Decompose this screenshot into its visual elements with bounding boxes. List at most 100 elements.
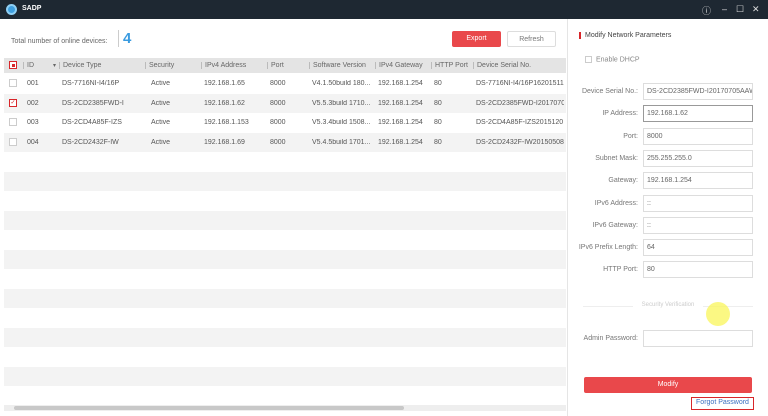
- table-cell-security: Active: [151, 119, 171, 126]
- field-label: IP Address:: [602, 110, 638, 118]
- field-input[interactable]: ::: [643, 194, 753, 212]
- table-cell-id: 001: [27, 80, 39, 87]
- table-cell-http-port: 80: [434, 99, 442, 107]
- table-cell-security: Active: [151, 138, 171, 146]
- table-cell-device-serial-no: DS-2CD2432F-IW20150508: [476, 138, 564, 146]
- empty-row: [4, 249, 566, 269]
- enable-dhcp-checkbox[interactable]: Enable DHCP: [585, 56, 640, 63]
- table-cell-security: Active: [151, 99, 171, 107]
- field-input[interactable]: 64: [643, 239, 753, 257]
- header-ipv4-gateway[interactable]: IPv4 Gateway: [375, 62, 423, 69]
- title-bar: SADP ⓘ – ☐ ✕: [0, 0, 768, 19]
- horizontal-scrollbar[interactable]: [4, 405, 566, 411]
- row-checkbox[interactable]: [9, 79, 17, 87]
- field-input[interactable]: 8000: [643, 127, 753, 145]
- table-cell-software-version: V5.5.3build 1710...: [312, 99, 371, 107]
- sort-arrow-icon[interactable]: ▾: [50, 62, 56, 69]
- maximize-button[interactable]: ☐: [736, 4, 744, 15]
- field-label: Gateway:: [608, 177, 638, 185]
- admin-password-label: Admin Password:: [583, 335, 638, 342]
- table-cell-http-port: 80: [434, 80, 442, 87]
- checkbox-icon[interactable]: [585, 56, 592, 63]
- modify-network-panel: Modify Network Parameters Enable DHCP De…: [567, 19, 768, 416]
- field-input[interactable]: 255.255.255.0: [643, 149, 753, 167]
- table-row[interactable]: 001 DS-7716NI-I4/16P Active 192.168.1.65 800…: [4, 74, 566, 93]
- header-security[interactable]: Security: [145, 62, 174, 69]
- header-software-version[interactable]: Software Version: [309, 62, 366, 69]
- header-serial[interactable]: Device Serial No.: [473, 62, 531, 69]
- field-label: Subnet Mask:: [595, 154, 638, 162]
- table-cell-ipv4-gateway: 192.168.1.254: [378, 119, 423, 126]
- header-port[interactable]: Port: [267, 62, 284, 69]
- dhcp-label: Enable DHCP: [596, 56, 640, 64]
- row-checkbox[interactable]: [9, 137, 17, 146]
- table-cell-device-serial-no: DS-2CD2385FWD-I20170705: [476, 99, 564, 107]
- table-cell-port: 8000: [270, 99, 286, 107]
- table-cell-id: 004: [27, 138, 39, 146]
- empty-row: [4, 327, 566, 347]
- header-http-port[interactable]: HTTP Port: [431, 62, 468, 69]
- table-row[interactable]: 003 DS-2CD4A85F-IZS Active 192.168.1.153 800…: [4, 113, 566, 132]
- table-cell-software-version: V4.1.50build 180...: [312, 80, 371, 87]
- table-cell-id: 003: [27, 119, 39, 126]
- field-input[interactable]: 80: [643, 261, 753, 279]
- mouse-cursor-highlight: [706, 302, 730, 326]
- field-label: HTTP Port:: [603, 266, 638, 274]
- table-cell-security: Active: [151, 80, 171, 87]
- close-button[interactable]: ✕: [752, 4, 760, 15]
- table-cell-ipv4-gateway: 192.168.1.254: [378, 99, 423, 107]
- admin-password-input[interactable]: [643, 330, 753, 347]
- table-cell-port: 8000: [270, 80, 286, 87]
- empty-row: [4, 288, 566, 308]
- info-icon[interactable]: ⓘ: [702, 4, 711, 17]
- table-cell-device-serial-no: DS-7716NI-I4/16P162015110: [476, 80, 564, 87]
- table-cell-device-type: DS-7716NI-I4/16P: [62, 80, 120, 87]
- field-label: IPv6 Address:: [594, 199, 638, 207]
- table-header: ID ▾ Device Type Security IPv4 Address P…: [4, 58, 566, 73]
- table-cell-port: 8000: [270, 138, 286, 146]
- field-input[interactable]: 192.168.1.254: [643, 172, 753, 190]
- table-cell-ipv4-address: 192.168.1.153: [204, 119, 249, 126]
- field-input[interactable]: ::: [643, 216, 753, 234]
- table-cell-id: 002: [27, 99, 39, 107]
- field-label: Device Serial No.:: [581, 88, 638, 95]
- table-row[interactable]: 004 DS-2CD2432F-IW Active 192.168.1.69 8000 V…: [4, 132, 566, 152]
- table-cell-port: 8000: [270, 119, 286, 126]
- empty-row: [4, 366, 566, 386]
- row-checkbox[interactable]: [9, 118, 17, 126]
- minimize-button[interactable]: –: [722, 4, 727, 14]
- field-label: IPv6 Prefix Length:: [578, 244, 638, 252]
- table-cell-device-type: DS-2CD4A85F-IZS: [62, 119, 122, 126]
- select-all-checkbox[interactable]: [9, 61, 17, 69]
- modify-button[interactable]: Modify: [584, 377, 752, 393]
- panel-title: Modify Network Parameters: [579, 32, 671, 39]
- app-title: SADP: [22, 5, 42, 12]
- refresh-button[interactable]: Refresh: [507, 31, 556, 47]
- table-cell-http-port: 80: [434, 138, 442, 146]
- header-ipv4[interactable]: IPv4 Address: [201, 62, 246, 69]
- row-checkbox[interactable]: ✓: [9, 98, 17, 107]
- device-list-pane: Total number of online devices: 4 Export…: [0, 19, 566, 416]
- table-cell-ipv4-gateway: 192.168.1.254: [378, 80, 423, 87]
- sadp-logo-icon: [6, 4, 17, 15]
- field-label: IPv6 Gateway:: [592, 221, 638, 229]
- header-device-type[interactable]: Device Type: [59, 62, 101, 69]
- table-cell-software-version: V5.4.5build 1701...: [312, 138, 371, 146]
- table-cell-device-serial-no: DS-2CD4A85F-IZS2015120: [476, 119, 564, 126]
- table-row[interactable]: ✓ 002 DS-2CD2385FWD-I Active 192.168.1.62 800…: [4, 93, 566, 113]
- table-cell-ipv4-address: 192.168.1.69: [204, 138, 245, 146]
- field-input[interactable]: DS-2CD2385FWD-I20170705AAWR: [643, 83, 753, 100]
- export-button[interactable]: Export: [452, 31, 501, 47]
- scrollbar-thumb[interactable]: [14, 406, 404, 410]
- table-cell-ipv4-gateway: 192.168.1.254: [378, 138, 423, 146]
- online-devices-label: Total number of online devices:: [11, 38, 108, 45]
- empty-row: [4, 210, 566, 230]
- table-cell-device-type: DS-2CD2432F-IW: [62, 138, 119, 146]
- field-label: Port:: [623, 132, 638, 140]
- header-id[interactable]: ID: [23, 62, 34, 69]
- empty-row: [4, 171, 566, 191]
- forgot-password-link[interactable]: Forgot Password: [691, 397, 754, 410]
- field-input[interactable]: 192.168.1.62: [643, 105, 753, 123]
- table-cell-software-version: V5.3.4build 1508...: [312, 119, 371, 126]
- table-cell-ipv4-address: 192.168.1.62: [204, 99, 245, 107]
